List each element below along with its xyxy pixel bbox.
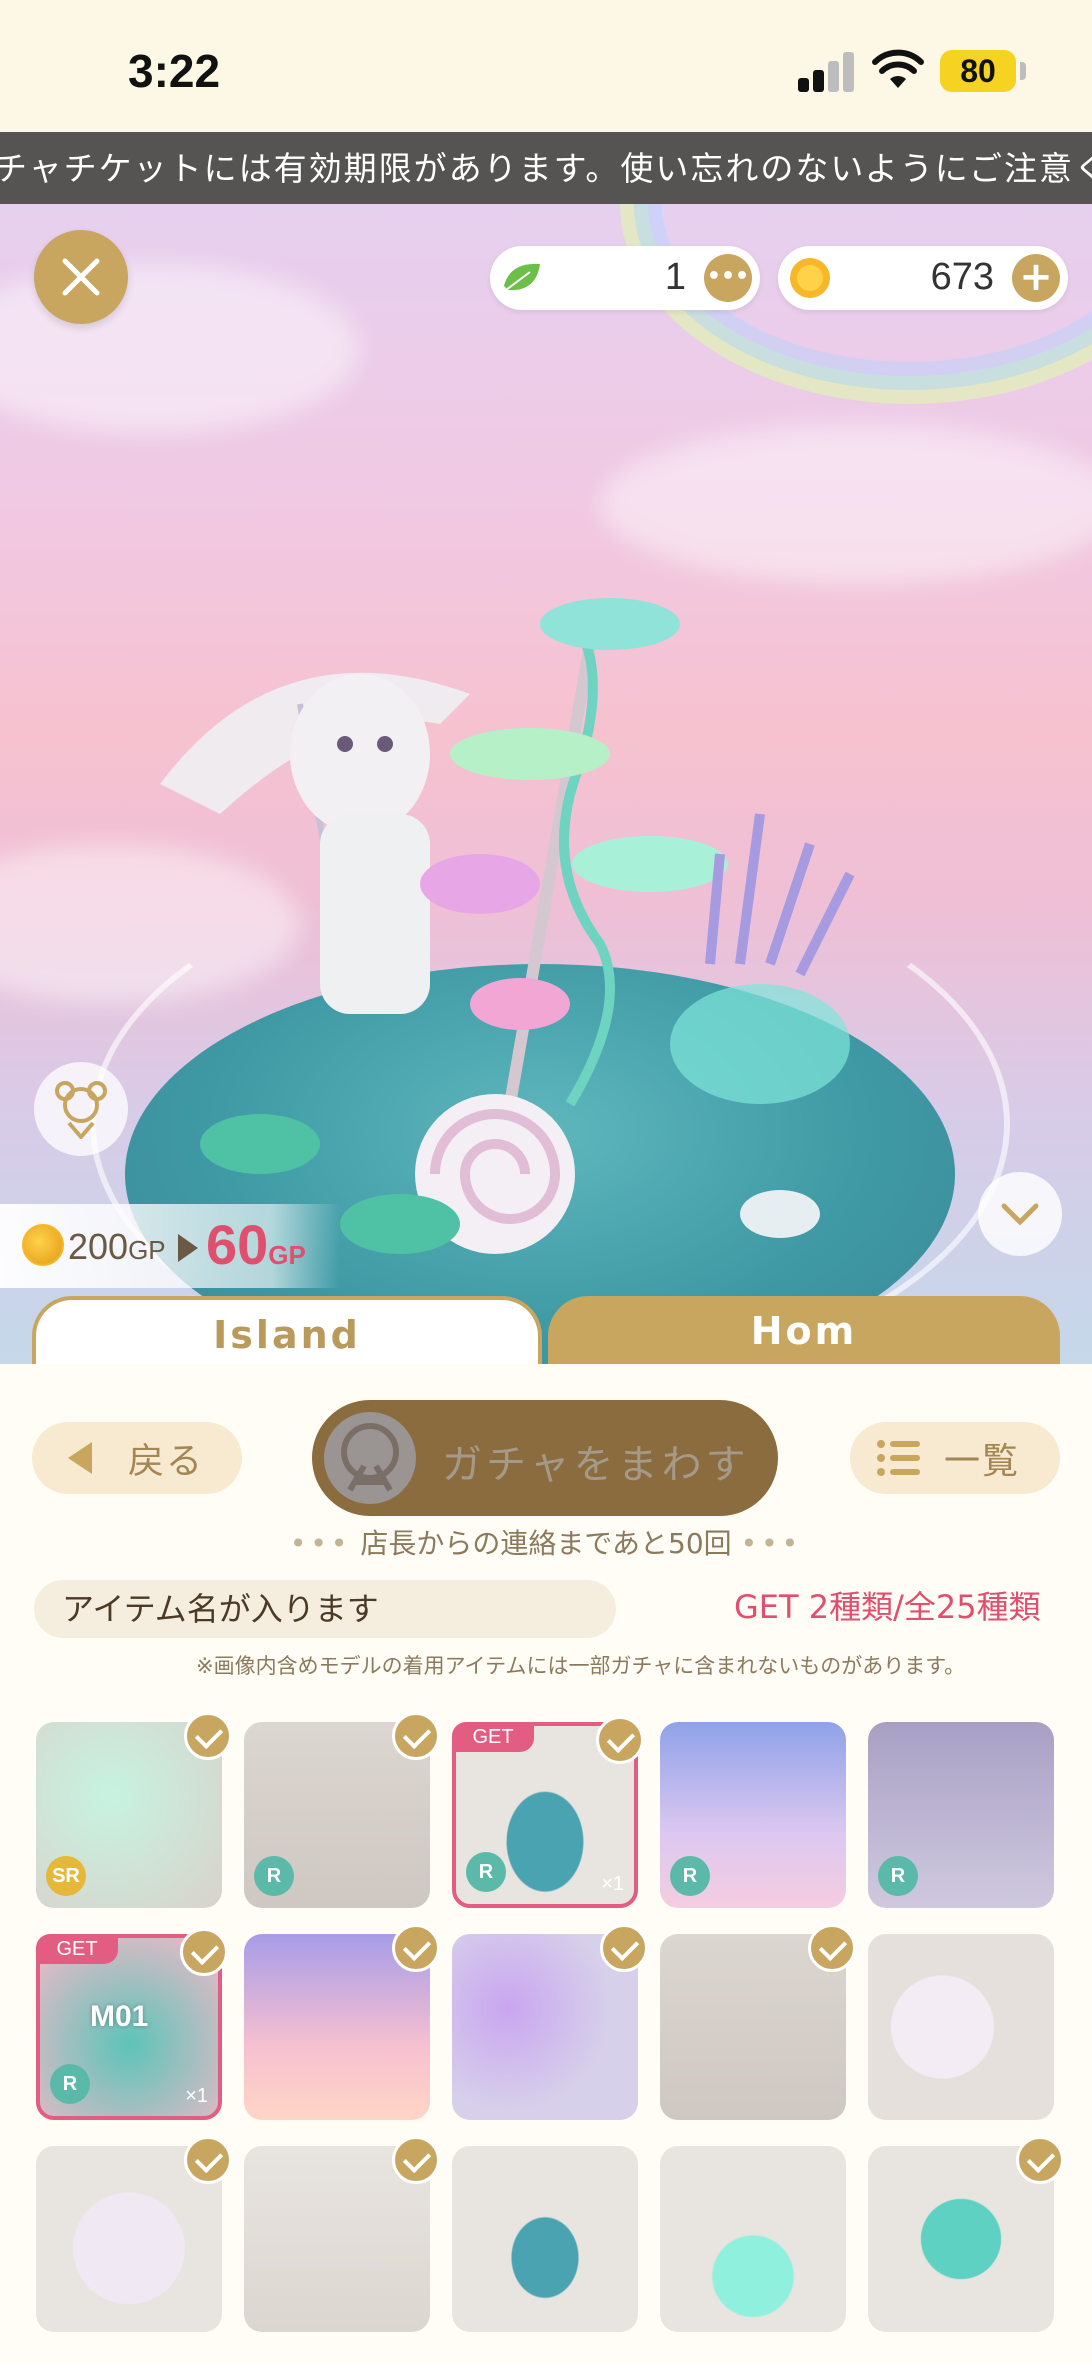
- item-card[interactable]: [452, 1924, 648, 2120]
- check-icon: [600, 1924, 648, 1972]
- leaf-count: 1: [664, 256, 686, 298]
- ticker-text: チャチケットには有効期限があります。使い忘れのないようにご注意く: [0, 149, 1092, 188]
- announcement-ticker: チャチケットには有効期限があります。使い忘れのないようにご注意く: [0, 132, 1092, 204]
- island-preview: 1 ••• 673 + 200GP 60GP: [0, 204, 1092, 1364]
- add-coins-button[interactable]: +: [1012, 254, 1060, 302]
- item-card[interactable]: [36, 2136, 232, 2332]
- item-card[interactable]: [868, 1934, 1054, 2120]
- arrow-right-icon: [178, 1234, 198, 1262]
- list-button[interactable]: 一覧: [850, 1422, 1060, 1494]
- item-card[interactable]: GET M01 R ×1: [36, 1928, 228, 2120]
- check-icon: [1016, 2136, 1064, 2184]
- get-badge: GET: [36, 1934, 118, 1964]
- gacha-machine-icon: [324, 1412, 416, 1504]
- original-price-value: 200: [68, 1226, 129, 1267]
- notice-dots-left: •••: [289, 1527, 352, 1560]
- notice-dots-right: •••: [740, 1527, 803, 1560]
- check-icon: [184, 1712, 232, 1760]
- get-badge: GET: [452, 1722, 534, 1752]
- item-code-label: M01: [90, 2000, 149, 2033]
- item-card[interactable]: [244, 2136, 440, 2332]
- check-icon: [808, 1924, 856, 1972]
- more-icon: •••: [706, 264, 750, 289]
- item-card[interactable]: R: [868, 1722, 1054, 1908]
- status-bar: 3:22 80: [0, 0, 1092, 132]
- coin-count: 673: [930, 256, 994, 298]
- cloud-decoration: [600, 424, 1092, 584]
- item-quantity: ×1: [601, 1873, 624, 1895]
- rarity-badge: R: [670, 1856, 710, 1896]
- rarity-badge: R: [50, 2064, 90, 2104]
- bear-icon: [55, 1081, 107, 1139]
- collection-progress: GET 2種類/全25種類: [734, 1588, 1041, 1626]
- back-arrow-icon: [68, 1442, 92, 1474]
- check-icon: [180, 1928, 228, 1976]
- status-time: 3:22: [128, 45, 221, 97]
- back-label: 戻る: [128, 1441, 205, 1482]
- rarity-badge: R: [878, 1856, 918, 1896]
- avatar-button[interactable]: [34, 1062, 128, 1156]
- island-illustration: [160, 598, 855, 1254]
- leaf-currency-pill: 1 •••: [490, 246, 760, 310]
- coin-icon: [790, 258, 830, 298]
- rarity-badge: R: [466, 1852, 506, 1892]
- item-card[interactable]: [244, 1924, 440, 2120]
- leaf-icon: [504, 263, 540, 291]
- check-icon: [184, 2136, 232, 2184]
- selected-item-name: アイテム名が入ります: [34, 1580, 616, 1638]
- sale-price: 60GP: [206, 1212, 306, 1277]
- coin-currency-pill: 673 +: [778, 246, 1068, 310]
- cellular-signal-icon: [798, 52, 854, 92]
- list-icon: [877, 1440, 920, 1476]
- original-price: 200GP: [68, 1226, 166, 1268]
- check-icon: [596, 1716, 644, 1764]
- list-label: 一覧: [944, 1441, 1021, 1482]
- tab-home[interactable]: Hom: [548, 1296, 1060, 1364]
- wifi-icon: [872, 49, 924, 88]
- original-price-unit: GP: [128, 1235, 166, 1265]
- collapse-button[interactable]: [978, 1172, 1062, 1256]
- rarity-badge: SR: [46, 1856, 86, 1896]
- item-card[interactable]: R: [660, 1722, 846, 1908]
- item-card[interactable]: R: [244, 1712, 440, 1908]
- item-card[interactable]: [660, 2146, 846, 2332]
- countdown-notice: ••• 店長からの連絡まであと50回 •••: [0, 1522, 1092, 1562]
- leaf-more-button[interactable]: •••: [704, 254, 752, 302]
- coin-icon: [22, 1224, 64, 1266]
- chevron-down-icon: [1001, 1203, 1039, 1226]
- check-icon: [392, 2136, 440, 2184]
- check-icon: [392, 1924, 440, 1972]
- check-icon: [392, 1712, 440, 1760]
- sale-price-unit: GP: [268, 1240, 306, 1270]
- gacha-panel: 戻る ガチャをまわす 一覧 ••• 店長からの連絡まであと50回 ••• アイテ…: [0, 1364, 1092, 2364]
- close-button[interactable]: [34, 230, 128, 324]
- item-card[interactable]: [452, 2146, 638, 2332]
- disclaimer-text: ※画像内含めモデルの着用アイテムには一部ガチャに含まれないものがあります。: [196, 1654, 966, 1678]
- item-card[interactable]: SR: [36, 1712, 232, 1908]
- item-card[interactable]: [868, 2136, 1064, 2332]
- item-quantity: ×1: [185, 2085, 208, 2107]
- back-button[interactable]: 戻る: [32, 1422, 242, 1494]
- sale-price-value: 60: [206, 1213, 269, 1276]
- spin-gacha-button[interactable]: ガチャをまわす: [312, 1400, 778, 1516]
- close-icon: [62, 258, 100, 296]
- plus-icon: +: [1019, 254, 1053, 300]
- battery-cap: [1020, 62, 1026, 80]
- rarity-badge: R: [254, 1856, 294, 1896]
- item-card[interactable]: GET R ×1: [452, 1716, 644, 1908]
- battery-icon: 80: [940, 50, 1016, 92]
- tab-island[interactable]: Island: [32, 1296, 542, 1364]
- notice-text: 店長からの連絡まであと50回: [360, 1527, 732, 1560]
- price-banner: 200GP 60GP: [0, 1204, 340, 1288]
- spin-gacha-label: ガチャをまわす: [442, 1442, 750, 1488]
- item-card[interactable]: [660, 1924, 856, 2120]
